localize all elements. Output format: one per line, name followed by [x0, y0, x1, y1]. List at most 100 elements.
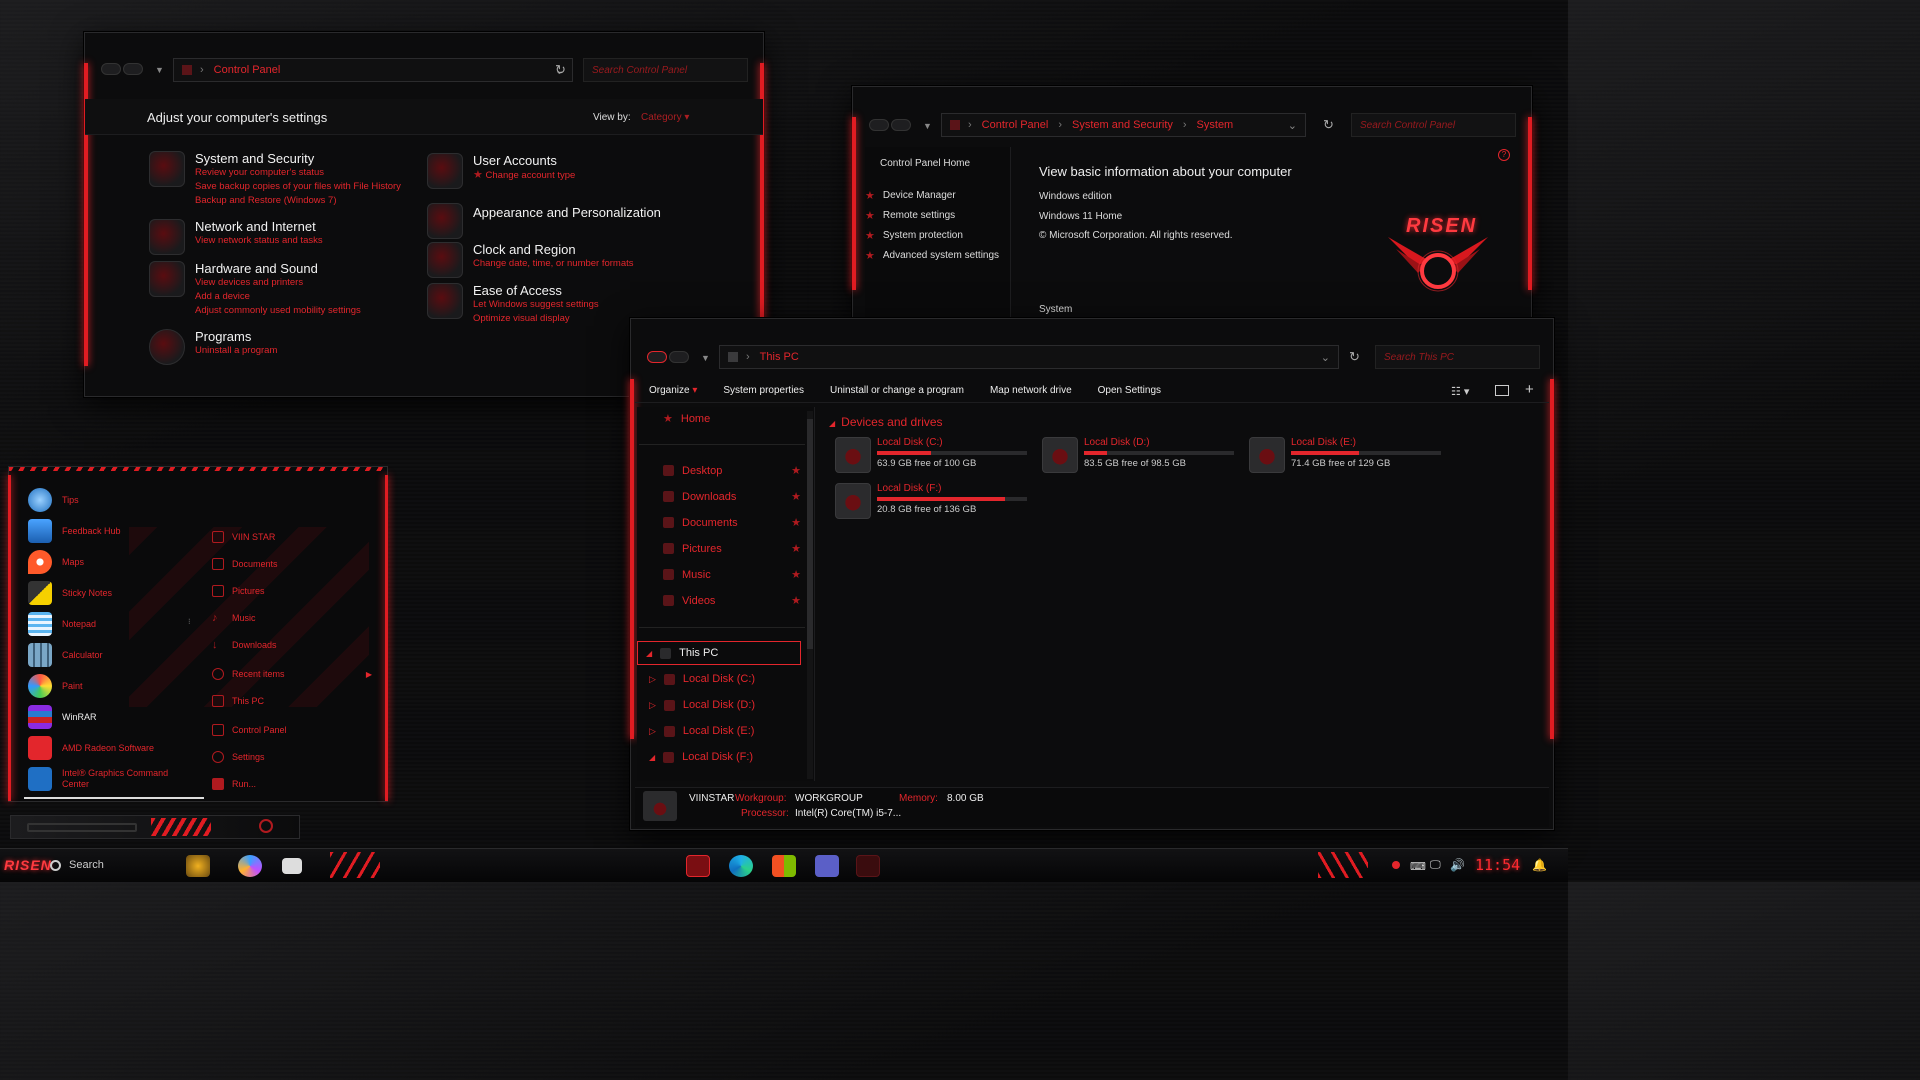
network-icon[interactable]: 🖵 — [1430, 859, 1441, 872]
address-bar[interactable]: › Control Panel ⌄ — [173, 58, 573, 82]
forward-button[interactable] — [123, 63, 143, 75]
copilot-icon[interactable] — [238, 855, 262, 877]
drive-tile[interactable]: Local Disk (F:) 20.8 GB free of 136 GB — [835, 483, 1035, 523]
category-link[interactable]: Uninstall a program — [195, 344, 277, 358]
place-control-panel[interactable]: Control Panel — [212, 724, 287, 736]
new-item-icon[interactable]: + — [1525, 381, 1534, 398]
app-intel-graphics[interactable]: Intel® Graphics Command Center — [28, 767, 178, 791]
category-clock-region[interactable]: Clock and Region Change date, time, or n… — [427, 242, 634, 278]
place-pictures[interactable]: Pictures — [212, 585, 265, 597]
nav-pictures[interactable]: Pictures ★ — [663, 542, 801, 555]
nav-documents[interactable]: Documents ★ — [663, 516, 801, 529]
place-settings[interactable]: Settings — [212, 751, 265, 763]
category-hardware-sound[interactable]: Hardware and Sound View devices and prin… — [149, 261, 361, 318]
category-system-security[interactable]: System and Security Review your computer… — [149, 151, 401, 208]
back-button[interactable] — [101, 63, 121, 75]
recent-dropdown-icon[interactable]: ▼ — [701, 353, 710, 363]
category-link[interactable]: Add a device — [195, 290, 361, 304]
keyboard-icon[interactable]: ⌨ — [1410, 860, 1426, 873]
help-icon[interactable]: ? — [1498, 149, 1510, 161]
collapse-arrow-icon[interactable]: ▷ — [649, 674, 656, 685]
nav-this-pc[interactable]: ◢ This PC — [637, 641, 801, 665]
category-appearance[interactable]: Appearance and Personalization — [427, 203, 661, 239]
volume-icon[interactable]: 🔊 — [1450, 858, 1465, 872]
recent-dropdown-icon[interactable]: ▼ — [155, 65, 164, 75]
category-link[interactable]: View network status and tasks — [195, 234, 323, 248]
nav-disk-e[interactable]: ▷ Local Disk (E:) — [649, 725, 754, 737]
category-network-internet[interactable]: Network and Internet View network status… — [149, 219, 323, 255]
address-bar[interactable]: › This PC ⌄ — [719, 345, 1339, 369]
nav-disk-f[interactable]: ◢ Local Disk (F:) — [649, 751, 753, 763]
expand-arrow-icon[interactable]: ◢ — [646, 649, 652, 658]
back-button[interactable] — [869, 119, 889, 131]
category-programs[interactable]: Programs Uninstall a program — [149, 329, 277, 365]
collapse-arrow-icon[interactable]: ▷ — [649, 726, 656, 737]
category-title[interactable]: Hardware and Sound — [195, 261, 361, 276]
category-title[interactable]: Network and Internet — [195, 219, 323, 234]
refresh-icon[interactable]: ↻ — [555, 62, 566, 78]
category-link[interactable]: View devices and printers — [195, 276, 361, 290]
pin-icon[interactable]: ★ — [791, 516, 801, 529]
preview-pane-icon[interactable] — [1495, 385, 1509, 396]
category-link[interactable]: Adjust commonly used mobility settings — [195, 304, 361, 318]
search-control-panel[interactable]: Search Control Panel — [583, 58, 748, 82]
place-viin-star[interactable]: VIIN STAR — [212, 531, 275, 543]
category-title[interactable]: User Accounts — [473, 153, 575, 168]
pin-icon[interactable]: ★ — [791, 490, 801, 503]
sidebar-link[interactable]: ★ System protection — [865, 225, 999, 245]
category-link[interactable]: Backup and Restore (Windows 7) — [195, 194, 401, 208]
refresh-icon[interactable]: ↻ — [1349, 349, 1360, 365]
category-link[interactable]: Change date, time, or number formats — [473, 257, 634, 271]
breadcrumb-control-panel[interactable]: Control Panel — [214, 64, 281, 76]
app-calculator[interactable]: Calculator — [28, 643, 103, 667]
forward-button[interactable] — [669, 351, 689, 363]
uninstall-program-button[interactable]: Uninstall or change a program — [830, 385, 964, 396]
control-panel-home-link[interactable]: Control Panel Home — [880, 158, 970, 169]
app-sticky-notes[interactable]: Sticky Notes — [28, 581, 112, 605]
nav-buttons[interactable] — [869, 119, 911, 131]
category-title[interactable]: System and Security — [195, 151, 401, 166]
app-winrar[interactable]: WinRAR — [28, 705, 97, 729]
breadcrumb-item[interactable]: Control Panel — [982, 119, 1049, 131]
clock[interactable]: 11:54 — [1475, 856, 1520, 874]
category-link[interactable]: Review your computer's status — [195, 166, 401, 180]
place-this-pc[interactable]: This PC — [212, 695, 264, 707]
category-ease-of-access[interactable]: Ease of Access Let Windows suggest setti… — [427, 283, 599, 326]
category-title[interactable]: Programs — [195, 329, 277, 344]
refresh-icon[interactable]: ↻ — [1323, 117, 1334, 133]
edge-icon[interactable] — [729, 855, 753, 877]
teams-icon[interactable] — [815, 855, 839, 877]
sidebar-link[interactable]: ★ Advanced system settings — [865, 245, 999, 265]
breadcrumb-this-pc[interactable]: This PC — [760, 351, 799, 363]
drive-tile[interactable]: Local Disk (E:) 71.4 GB free of 129 GB — [1249, 437, 1449, 477]
breadcrumb-item[interactable]: System and Security — [1072, 119, 1173, 131]
nav-scrollbar[interactable] — [807, 411, 813, 779]
category-title[interactable]: Ease of Access — [473, 283, 599, 298]
pin-icon[interactable]: ★ — [791, 464, 801, 477]
forward-button[interactable] — [891, 119, 911, 131]
map-network-drive-button[interactable]: Map network drive — [990, 385, 1072, 396]
system-properties-button[interactable]: System properties — [723, 385, 804, 396]
view-options-icon[interactable]: ☷ ▾ — [1451, 385, 1469, 398]
app-paint[interactable]: Paint — [28, 674, 83, 698]
app-feedback-hub[interactable]: Feedback Hub — [28, 519, 121, 543]
app-tips[interactable]: Tips — [28, 488, 79, 512]
store-icon[interactable] — [772, 855, 796, 877]
expand-arrow-icon[interactable]: ◢ — [649, 753, 655, 762]
sidebar-link[interactable]: ★ Device Manager — [865, 185, 999, 205]
task-view-icon[interactable] — [282, 858, 302, 874]
nav-buttons[interactable] — [101, 63, 143, 75]
place-run[interactable]: Run... — [212, 778, 256, 790]
nav-disk-c[interactable]: ▷ Local Disk (C:) — [649, 673, 755, 685]
tray-overflow-icon[interactable] — [1392, 861, 1400, 869]
category-title[interactable]: Appearance and Personalization — [473, 205, 661, 220]
nav-buttons[interactable] — [647, 351, 689, 363]
sidebar-link[interactable]: ★ Remote settings — [865, 205, 999, 225]
pin-icon[interactable]: ★ — [791, 542, 801, 555]
power-icon[interactable] — [259, 819, 273, 833]
address-bar[interactable]: › Control Panel › System and Security › … — [941, 113, 1306, 137]
drive-tile[interactable]: Local Disk (C:) 63.9 GB free of 100 GB — [835, 437, 1035, 477]
widgets-icon[interactable] — [186, 855, 210, 877]
start-button[interactable]: RISEN — [4, 857, 52, 873]
address-dropdown-icon[interactable]: ⌄ — [1321, 351, 1330, 364]
